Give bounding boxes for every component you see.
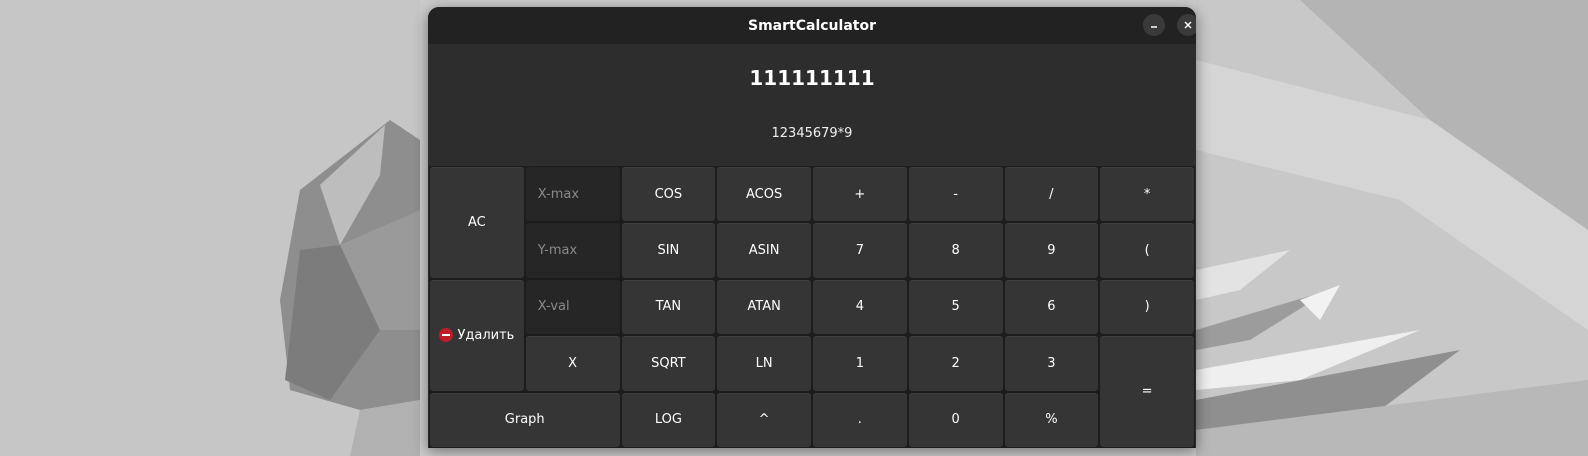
equals-button[interactable]: =	[1100, 336, 1194, 447]
ymax-field[interactable]	[525, 223, 620, 278]
title-bar[interactable]: SmartCalculator	[428, 7, 1196, 44]
calculator-window: SmartCalculator 111111111 12345679*9 AC …	[428, 7, 1196, 448]
delete-label: Удалить	[457, 327, 515, 343]
divide-button[interactable]: /	[1004, 167, 1099, 222]
keypad: AC COS ACOS + - / * SIN ASIN 7 8 9 ( Уда…	[429, 166, 1195, 448]
dot-button[interactable]: .	[813, 392, 907, 447]
log-button[interactable]: LOG	[621, 392, 716, 447]
acos-button[interactable]: ACOS	[717, 167, 811, 222]
ln-button[interactable]: LN	[717, 336, 811, 391]
calculator-display: 111111111 12345679*9	[428, 44, 1196, 166]
ymax-input[interactable]	[535, 242, 620, 260]
left-paren-button[interactable]: (	[1100, 223, 1194, 278]
atan-button[interactable]: ATAN	[717, 279, 811, 335]
zero-button[interactable]: 0	[908, 392, 1003, 447]
delete-button[interactable]: Удалить	[430, 279, 524, 391]
three-button[interactable]: 3	[1004, 336, 1099, 391]
minus-button[interactable]: -	[908, 167, 1003, 222]
right-paren-button[interactable]: )	[1100, 279, 1194, 335]
five-button[interactable]: 5	[908, 279, 1003, 335]
xval-field[interactable]	[525, 279, 620, 335]
eight-button[interactable]: 8	[908, 223, 1003, 278]
six-button[interactable]: 6	[1004, 279, 1099, 335]
asin-button[interactable]: ASIN	[717, 223, 811, 278]
power-button[interactable]: ^	[717, 392, 811, 447]
two-button[interactable]: 2	[908, 336, 1003, 391]
nine-button[interactable]: 9	[1004, 223, 1099, 278]
sin-button[interactable]: SIN	[621, 223, 716, 278]
multiply-button[interactable]: *	[1100, 167, 1194, 222]
expression-text: 12345679*9	[771, 126, 853, 141]
close-button[interactable]	[1177, 14, 1196, 36]
sqrt-button[interactable]: SQRT	[621, 336, 716, 391]
cos-button[interactable]: COS	[621, 167, 716, 222]
x-button[interactable]: X	[525, 336, 620, 391]
tan-button[interactable]: TAN	[621, 279, 716, 335]
minimize-icon	[1151, 26, 1157, 28]
mod-button[interactable]: %	[1004, 392, 1099, 447]
graph-button[interactable]: Graph	[430, 392, 620, 447]
window-title: SmartCalculator	[748, 17, 876, 34]
minimize-button[interactable]	[1143, 14, 1165, 36]
remove-circle-icon	[439, 328, 454, 343]
xmax-input[interactable]	[535, 185, 620, 203]
xmax-field[interactable]	[525, 167, 620, 222]
one-button[interactable]: 1	[813, 336, 907, 391]
ac-button[interactable]: AC	[430, 167, 524, 278]
close-icon	[1184, 21, 1192, 29]
four-button[interactable]: 4	[813, 279, 907, 335]
xval-input[interactable]	[535, 298, 620, 316]
plus-button[interactable]: +	[813, 167, 907, 222]
result-text: 111111111	[749, 66, 875, 90]
seven-button[interactable]: 7	[813, 223, 907, 278]
